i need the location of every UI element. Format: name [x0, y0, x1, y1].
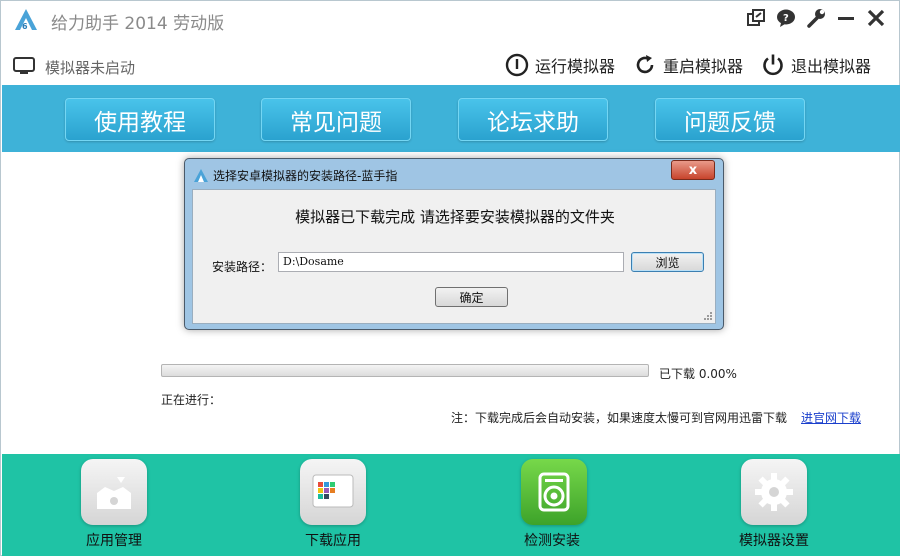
install-path-input[interactable]: D:\Dosame [278, 252, 624, 272]
dialog-message: 模拟器已下载完成 请选择要安装模拟器的文件夹 [295, 208, 615, 226]
download-app-label: 下载应用 [305, 533, 361, 549]
settings-icon [755, 473, 793, 511]
browse-button[interactable]: 浏览 [631, 252, 704, 272]
restart-emulator-button[interactable]: 重启模拟器 [633, 53, 743, 77]
power-icon [763, 54, 783, 76]
run-emulator-button[interactable]: 运行模拟器 [505, 53, 615, 77]
emulator-settings-tile[interactable] [741, 459, 807, 525]
install-path-dialog: 选择安卓模拟器的安装路径-蓝手指 x 模拟器已下载完成 请选择要安装模拟器的文件… [184, 158, 724, 330]
ok-button[interactable]: 确定 [435, 287, 508, 307]
in-progress-label: 正在进行： [161, 393, 222, 407]
power-circle-icon [505, 53, 529, 77]
run-emulator-label: 运行模拟器 [535, 57, 616, 76]
chat-icon[interactable]: ? [775, 7, 797, 29]
download-app-tile[interactable] [300, 459, 366, 525]
app-logo-icon: 6 [15, 9, 37, 31]
dialog-body: 模拟器已下载完成 请选择要安装模拟器的文件夹 安装路径： D:\Dosame 浏… [192, 189, 716, 324]
minimize-icon[interactable] [835, 7, 857, 29]
nav-tutorial-button[interactable]: 使用教程 [65, 98, 215, 141]
monitor-icon [13, 57, 35, 74]
app-window: 6 给力助手 2014 劳动版 ? 模拟器未启动 运行模拟器 重启模拟器 退出模… [0, 0, 900, 556]
detect-install-tile[interactable] [521, 459, 587, 525]
emulator-status: 模拟器未启动 [45, 59, 136, 77]
download-note: 注：下载完成后会自动安装，如果速度太慢可到官网用迅雷下载 [451, 411, 788, 425]
svg-text:?: ? [783, 13, 789, 24]
window-controls: ? [745, 7, 887, 29]
detect-install-icon [538, 472, 570, 512]
resize-grip-icon[interactable] [703, 311, 713, 321]
detect-install-label: 检测安装 [524, 533, 580, 549]
download-progress-bar [161, 364, 649, 377]
emulator-settings-label: 模拟器设置 [739, 533, 809, 549]
exit-emulator-label: 退出模拟器 [791, 57, 872, 76]
close-icon[interactable] [865, 7, 887, 29]
app-title: 给力助手 2014 劳动版 [51, 14, 225, 34]
nav-forum-button[interactable]: 论坛求助 [458, 98, 608, 141]
app-manage-icon [97, 477, 131, 509]
restart-emulator-label: 重启模拟器 [663, 57, 744, 76]
progress-text: 已下载 0.00% [659, 367, 737, 381]
nav-faq-button[interactable]: 常见问题 [261, 98, 411, 141]
dialog-close-button[interactable]: x [671, 160, 715, 180]
restart-icon [636, 55, 654, 74]
nav-feedback-button[interactable]: 问题反馈 [655, 98, 805, 141]
dialog-logo-icon [194, 169, 208, 182]
dialog-title: 选择安卓模拟器的安装路径-蓝手指 [213, 169, 398, 183]
title-bar[interactable]: 6 给力助手 2014 劳动版 ? [1, 1, 900, 37]
nav-band: 使用教程 常见问题 论坛求助 问题反馈 [2, 85, 900, 152]
bottom-panel: 应用管理 下载应用 检测安装 模拟器设置 [2, 454, 900, 556]
restore-icon[interactable] [745, 7, 767, 29]
svg-text:6: 6 [22, 22, 28, 31]
official-site-link[interactable]: 进官网下载 [801, 409, 861, 426]
app-manage-label: 应用管理 [86, 533, 142, 549]
exit-emulator-button[interactable]: 退出模拟器 [761, 53, 871, 77]
app-manage-tile[interactable] [81, 459, 147, 525]
wrench-icon[interactable] [805, 7, 827, 29]
status-row: 模拟器未启动 运行模拟器 重启模拟器 退出模拟器 [1, 49, 900, 83]
download-app-icon [312, 474, 354, 508]
install-path-label: 安装路径： [212, 260, 273, 274]
